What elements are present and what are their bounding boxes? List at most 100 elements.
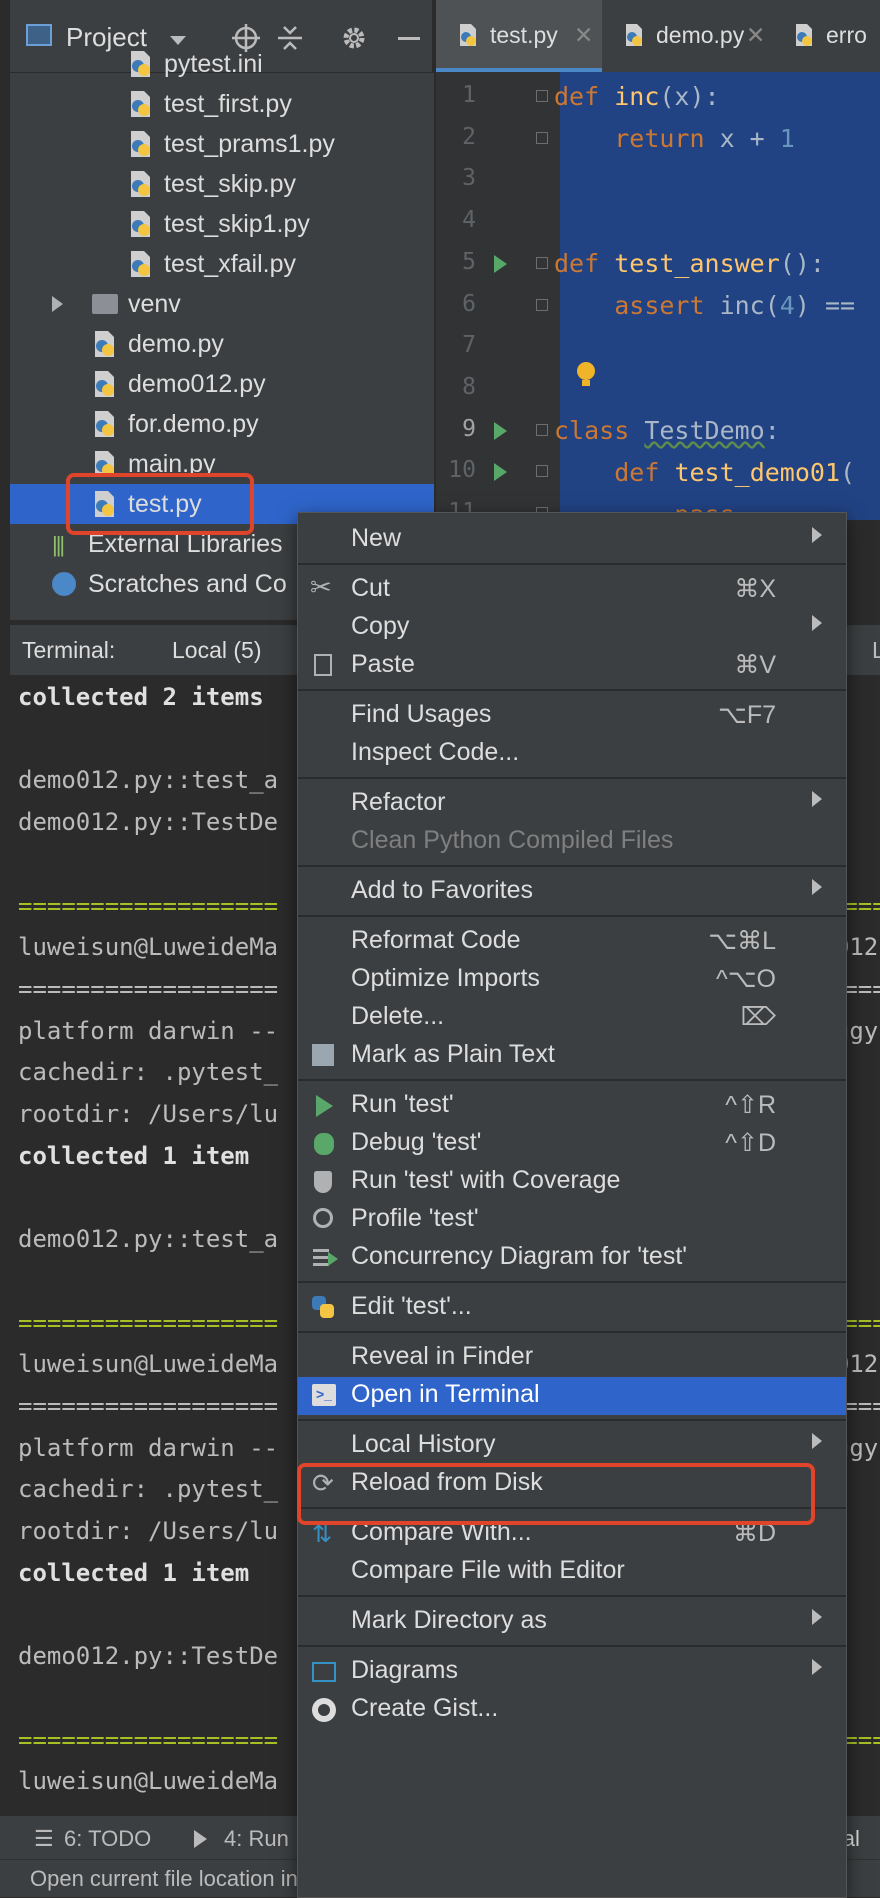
menu-separator	[298, 563, 846, 565]
tab-label: erro	[826, 22, 867, 48]
terminal-icon: >_	[310, 1382, 338, 1410]
tree-item[interactable]: demo012.py	[10, 364, 434, 404]
hide-panel-icon[interactable]	[398, 37, 420, 40]
highlight-box-test-py	[66, 473, 254, 535]
menu-item-reveal-in-finder[interactable]: Reveal in Finder	[298, 1339, 846, 1377]
menu-item-profile-test[interactable]: Profile 'test'	[298, 1201, 846, 1239]
terminal-line: collected 2 items	[18, 683, 264, 711]
close-icon[interactable]: ✕	[574, 22, 593, 49]
menu-item-clean-python-compiled-files: Clean Python Compiled Files	[298, 823, 846, 861]
menu-item-label: Mark as Plain Text	[351, 1040, 555, 1068]
menu-item-label: Mark Directory as	[351, 1606, 547, 1634]
tree-item[interactable]: test_skip1.py	[10, 204, 434, 244]
line-number: 5	[462, 248, 476, 275]
run-gutter-icon[interactable]	[494, 421, 507, 440]
menu-item-open-in-terminal[interactable]: >_ Open in Terminal	[298, 1377, 846, 1415]
tree-item-label: test_xfail.py	[164, 250, 297, 278]
concurrency-icon	[310, 1244, 338, 1272]
menu-item-mark-directory-as[interactable]: Mark Directory as	[298, 1603, 846, 1641]
run-tool-button[interactable]: 4: Run	[224, 1826, 289, 1852]
terminal-tab-fragment[interactable]: L	[872, 637, 880, 664]
fold-marker-icon[interactable]	[536, 256, 548, 269]
tab-demo-py[interactable]: demo.py ✕	[602, 0, 772, 72]
menu-item-concurrency-diagram-for-test[interactable]: Concurrency Diagram for 'test'	[298, 1239, 846, 1277]
line-number: 10	[448, 457, 476, 484]
tree-item[interactable]: test_skip.py	[10, 164, 434, 204]
fold-marker-icon[interactable]	[536, 465, 548, 478]
tree-item[interactable]: venv	[10, 284, 434, 324]
menu-item-reformat-code[interactable]: Reformat Code ⌥⌘L	[298, 923, 846, 961]
menu-item-shortcut: ^⇧D	[725, 1129, 776, 1157]
tree-item[interactable]: test_xfail.py	[10, 244, 434, 284]
menu-item-label: Paste	[351, 650, 415, 678]
menu-item-optimize-imports[interactable]: Optimize Imports ^⌥O	[298, 961, 846, 999]
fold-marker-icon[interactable]	[536, 90, 548, 102]
code-line-6: assert inc(4) ==	[614, 291, 856, 320]
menu-item-inspect-code[interactable]: Inspect Code...	[298, 735, 846, 773]
menu-item-label: Reformat Code	[351, 926, 521, 954]
run-icon	[194, 1830, 207, 1848]
tree-item-label: demo.py	[128, 330, 224, 358]
menu-item-shortcut: ^⇧R	[725, 1091, 776, 1119]
menu-item-label: Local History	[351, 1430, 496, 1458]
menu-item-copy[interactable]: Copy	[298, 609, 846, 647]
submenu-arrow-icon	[812, 615, 822, 631]
submenu-arrow-icon	[812, 1433, 822, 1449]
menu-item-label: Inspect Code...	[351, 738, 520, 766]
tree-item[interactable]: pytest.ini	[10, 44, 434, 84]
code-line-10: def test_demo01(	[614, 458, 856, 487]
tree-item[interactable]: for.demo.py	[10, 404, 434, 444]
menu-item-diagrams[interactable]: Diagrams	[298, 1653, 846, 1691]
tree-item[interactable]: test_first.py	[10, 84, 434, 124]
submenu-arrow-icon	[812, 1659, 822, 1675]
diagram-icon	[310, 1658, 338, 1686]
terminal-line: cachedir: .pytest_	[18, 1475, 279, 1504]
submenu-arrow-icon	[812, 791, 822, 807]
terminal-line: ==================	[18, 1308, 279, 1337]
menu-item-refactor[interactable]: Refactor	[298, 785, 846, 823]
clipboard-icon	[310, 652, 338, 680]
menu-item-edit-test[interactable]: Edit 'test'...	[298, 1289, 846, 1327]
menu-item-mark-as-plain-text[interactable]: Mark as Plain Text	[298, 1037, 846, 1075]
editor-gutter: 1 2 3 4 5 6 7 8 9 10 11	[436, 72, 560, 520]
fold-marker-icon[interactable]	[536, 423, 548, 436]
menu-separator	[298, 777, 846, 779]
line-number: 9	[462, 415, 476, 442]
todo-tool-button[interactable]: 6: TODO	[64, 1826, 151, 1852]
menu-item-run-test[interactable]: Run 'test' ^⇧R	[298, 1087, 846, 1125]
menu-item-delete[interactable]: Delete... ⌦	[298, 999, 846, 1037]
tab-error[interactable]: erro	[772, 0, 880, 72]
menu-item-local-history[interactable]: Local History	[298, 1427, 846, 1465]
menu-item-debug-test[interactable]: Debug 'test' ^⇧D	[298, 1125, 846, 1163]
tree-item[interactable]: demo.py	[10, 324, 434, 364]
tab-test-py[interactable]: test.py ✕	[436, 0, 602, 72]
lightbulb-icon[interactable]	[574, 360, 598, 392]
menu-item-paste[interactable]: Paste ⌘V	[298, 647, 846, 685]
menu-item-shortcut: ⌘V	[734, 651, 776, 679]
menu-item-label: Compare File with Editor	[351, 1556, 625, 1584]
menu-item-create-gist[interactable]: Create Gist...	[298, 1691, 846, 1729]
expand-arrow-icon[interactable]	[52, 296, 63, 312]
tree-item[interactable]: test_prams1.py	[10, 124, 434, 164]
tree-item-label: Scratches and Co	[88, 570, 287, 598]
code-line-5: def test_answer():	[554, 249, 825, 278]
menu-item-compare-file-with-editor[interactable]: Compare File with Editor	[298, 1553, 846, 1591]
code-area[interactable]: def inc(x): return x + 1 def test_answer…	[554, 72, 880, 520]
run-gutter-icon[interactable]	[494, 254, 507, 273]
project-view-icon[interactable]	[26, 24, 52, 46]
menu-item-label: Open in Terminal	[351, 1380, 540, 1408]
run-gutter-icon[interactable]	[494, 463, 507, 482]
menu-item-cut[interactable]: ✂ Cut ⌘X	[298, 571, 846, 609]
fold-marker-icon[interactable]	[536, 298, 548, 311]
line-number: 6	[462, 290, 476, 317]
fold-marker-icon[interactable]	[536, 131, 548, 144]
close-icon[interactable]: ✕	[746, 22, 765, 49]
menu-item-new[interactable]: New	[298, 521, 846, 559]
menu-item-run-test-with-coverage[interactable]: Run 'test' with Coverage	[298, 1163, 846, 1201]
terminal-session-tab[interactable]: Local (5)	[172, 637, 261, 664]
menu-item-add-to-favorites[interactable]: Add to Favorites	[298, 873, 846, 911]
scissors-icon: ✂	[310, 572, 332, 602]
menu-item-label: Diagrams	[351, 1656, 458, 1684]
menu-item-find-usages[interactable]: Find Usages ⌥F7	[298, 697, 846, 735]
coverage-icon	[310, 1168, 338, 1196]
